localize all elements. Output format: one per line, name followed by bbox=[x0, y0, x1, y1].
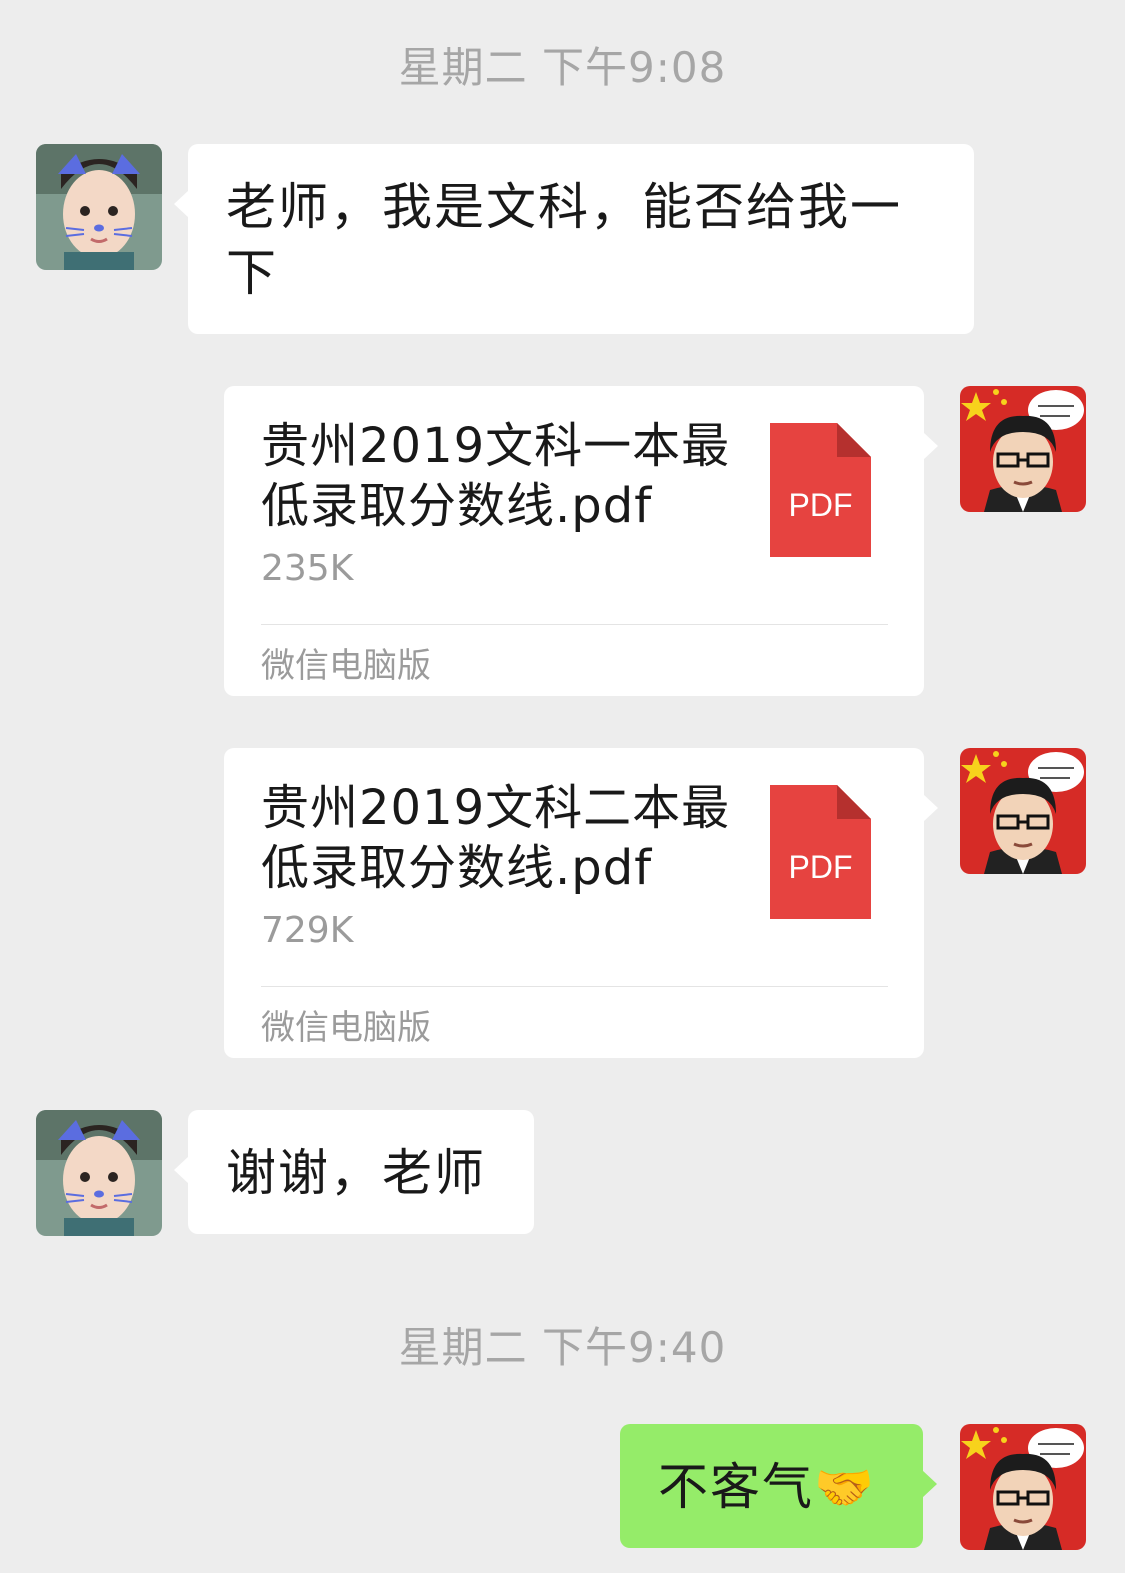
file-size: 729K bbox=[261, 910, 354, 951]
teacher-avatar-icon[interactable] bbox=[960, 748, 1086, 874]
sent-message-bubble[interactable]: 不客气🤝 bbox=[620, 1424, 937, 1551]
teacher-avatar-icon[interactable] bbox=[960, 1424, 1086, 1550]
message-text: 不客气🤝 bbox=[620, 1424, 923, 1551]
handshake-emoji: 🤝 bbox=[814, 1460, 876, 1516]
file-source-label: 微信电脑版 bbox=[261, 646, 431, 686]
message-text: 老师，我是文科，能否给我一下 bbox=[226, 178, 902, 302]
pdf-file-icon: PDF bbox=[770, 423, 871, 557]
pdf-badge-label: PDF bbox=[788, 849, 853, 885]
timestamp: 星期二 下午9:08 bbox=[398, 43, 727, 92]
file-message-card[interactable]: 贵州2019文科一本最低录取分数线.pdf 235K PDF 微信电脑版 bbox=[224, 386, 938, 696]
divider bbox=[261, 986, 888, 987]
file-size: 235K bbox=[261, 548, 354, 589]
student-avatar-icon[interactable] bbox=[36, 1110, 162, 1236]
file-name: 贵州2019文科二本最低录取分数线.pdf bbox=[261, 780, 731, 896]
teacher-avatar-icon[interactable] bbox=[960, 386, 1086, 512]
file-name: 贵州2019文科一本最低录取分数线.pdf bbox=[261, 418, 731, 534]
file-message-card[interactable]: 贵州2019文科二本最低录取分数线.pdf 729K PDF 微信电脑版 bbox=[224, 748, 938, 1058]
divider bbox=[261, 624, 888, 625]
pdf-file-icon: PDF bbox=[770, 785, 871, 919]
message-text: 谢谢，老师 bbox=[226, 1144, 486, 1202]
student-avatar-icon[interactable] bbox=[36, 144, 162, 270]
message-text-content: 不客气 bbox=[658, 1458, 814, 1516]
received-message-bubble[interactable]: 老师，我是文科，能否给我一下 bbox=[174, 144, 974, 334]
received-message-bubble[interactable]: 谢谢，老师 bbox=[174, 1110, 534, 1234]
timestamp: 星期二 下午9:40 bbox=[398, 1323, 727, 1372]
file-source-label: 微信电脑版 bbox=[261, 1008, 431, 1048]
pdf-badge-label: PDF bbox=[788, 487, 853, 523]
